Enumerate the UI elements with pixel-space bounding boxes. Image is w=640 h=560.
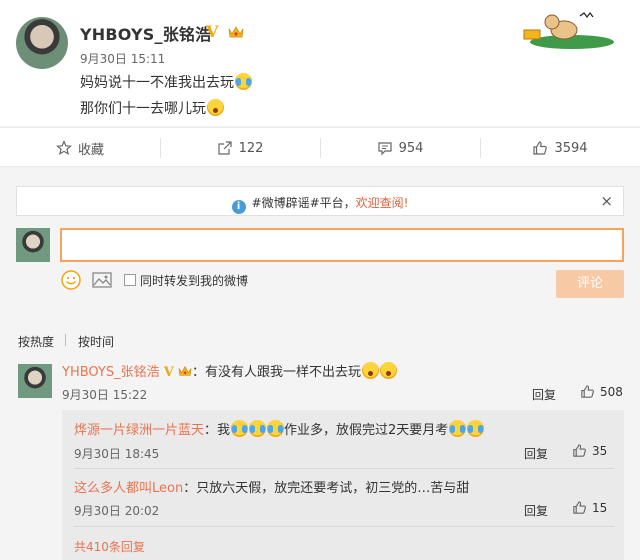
comment-count: 954	[398, 140, 424, 156]
reply-time: 9月30日 18:45	[74, 447, 160, 461]
post-text-2: 那你们十一去哪儿玩	[80, 101, 206, 117]
reply-like-count: 15	[592, 500, 608, 515]
more-replies-link[interactable]: 共410条回复	[74, 538, 145, 555]
divider	[74, 526, 614, 527]
comment-like-count: 508	[600, 384, 623, 399]
favorite-button[interactable]: 收藏	[0, 128, 160, 168]
action-bar: 收藏 122 954 3594	[0, 127, 640, 167]
cry-laugh-emoji	[249, 420, 267, 437]
post-text-1: 妈妈说十一不准我出去玩	[80, 75, 234, 91]
verified-badge-icon: V	[206, 22, 219, 41]
comment-username[interactable]: YHBOYS_张铭浩	[62, 365, 160, 380]
cry-laugh-emoji	[267, 420, 285, 437]
thumb-up-icon	[573, 501, 586, 514]
sort-by-hot-tab[interactable]: 按热度	[18, 333, 54, 350]
reply-text-cont: 作业多，放假完过2天要月考	[284, 423, 449, 438]
repost-checkbox[interactable]	[124, 274, 136, 286]
shock-emoji	[207, 99, 224, 116]
post-text-line2: 那你们十一去哪儿玩	[80, 98, 224, 118]
notice-prefix[interactable]: #微博辟谣#平台，	[252, 196, 356, 210]
reply-item-2: 这么多人都叫Leon：只放六天假，放完还要考试，初三党的…苦与甜	[74, 477, 469, 496]
like-count: 3594	[554, 140, 588, 156]
repost-label[interactable]: 同时转发到我的微博	[140, 272, 248, 289]
cry-laugh-emoji	[231, 420, 249, 437]
reply-like-button[interactable]: 35	[572, 443, 607, 458]
shock-emoji	[380, 362, 398, 379]
close-icon[interactable]: ×	[600, 192, 613, 210]
comment-button[interactable]: 954	[320, 128, 480, 168]
reply-list: 烨源一片绿洲一片蓝天：我 作业多，放假完过2天要月考 9月30日 18:45 回复…	[62, 410, 624, 560]
post-card: YHBOYS_张铭浩 V 9月30日 15:11 妈妈说十一不准我出去玩 那你们…	[0, 0, 640, 126]
info-icon: i	[231, 200, 246, 214]
favorite-label: 收藏	[77, 142, 104, 158]
submit-comment-button[interactable]: 评论	[556, 270, 624, 298]
verified-badge-icon: V	[163, 365, 174, 380]
reply-item-1: 烨源一片绿洲一片蓝天：我 作业多，放假完过2天要月考	[74, 419, 485, 438]
dog-sticker-icon	[523, 12, 614, 49]
share-count: 122	[238, 140, 264, 156]
cry-laugh-emoji	[467, 420, 485, 437]
smile-icon[interactable]	[61, 270, 81, 290]
crown-icon	[178, 366, 192, 376]
comment-like-button[interactable]: 508	[580, 384, 623, 399]
post-text-line1: 妈妈说十一不准我出去玩	[80, 72, 252, 92]
reply-button[interactable]: 回复	[532, 386, 556, 403]
current-user-avatar	[16, 228, 50, 262]
cry-laugh-emoji	[449, 420, 467, 437]
post-avatar[interactable]	[16, 17, 68, 69]
sort-by-time-tab[interactable]: 按时间	[78, 333, 114, 350]
reply-username[interactable]: 这么多人都叫Leon	[74, 481, 183, 496]
cry-laugh-emoji	[235, 73, 252, 90]
image-icon[interactable]	[92, 272, 112, 288]
reply-button[interactable]: 回复	[524, 502, 548, 519]
crown-icon	[228, 26, 244, 38]
post-timestamp: 9月30日 15:11	[80, 52, 166, 66]
thumb-up-icon	[533, 141, 548, 155]
reply-text: ：我	[204, 423, 231, 438]
share-button[interactable]: 122	[160, 128, 320, 168]
reply-username[interactable]: 烨源一片绿洲一片蓝天	[74, 423, 204, 438]
reply-time: 9月30日 20:02	[74, 504, 160, 518]
comment-text-line: YHBOYS_张铭浩 V ：有没有人跟我一样不出去玩	[62, 361, 398, 380]
comment-text: ：有没有人跟我一样不出去玩	[192, 365, 362, 380]
reply-button[interactable]: 回复	[524, 445, 548, 462]
rumor-notice-banner: i #微博辟谣#平台，欢迎查阅! ×	[16, 186, 624, 216]
reply-like-count: 35	[592, 443, 608, 458]
divider	[65, 334, 66, 346]
reply-like-button[interactable]: 15	[572, 500, 607, 515]
thumb-up-icon	[573, 444, 586, 457]
thumb-up-icon	[581, 385, 594, 398]
like-button[interactable]: 3594	[480, 128, 640, 168]
post-username[interactable]: YHBOYS_张铭浩	[80, 21, 211, 45]
comment-avatar[interactable]	[18, 364, 52, 398]
star-icon	[56, 140, 72, 156]
shock-emoji	[362, 362, 380, 379]
comment-time: 9月30日 15:22	[62, 388, 148, 402]
comment-input[interactable]	[60, 228, 624, 262]
notice-link[interactable]: 欢迎查阅!	[356, 196, 409, 210]
notice-text: i #微博辟谣#平台，欢迎查阅!	[17, 194, 623, 214]
comment-icon	[377, 142, 392, 156]
share-icon	[217, 141, 232, 155]
divider	[74, 468, 614, 469]
reply-text: ：只放六天假，放完还要考试，初三党的…苦与甜	[183, 481, 470, 496]
